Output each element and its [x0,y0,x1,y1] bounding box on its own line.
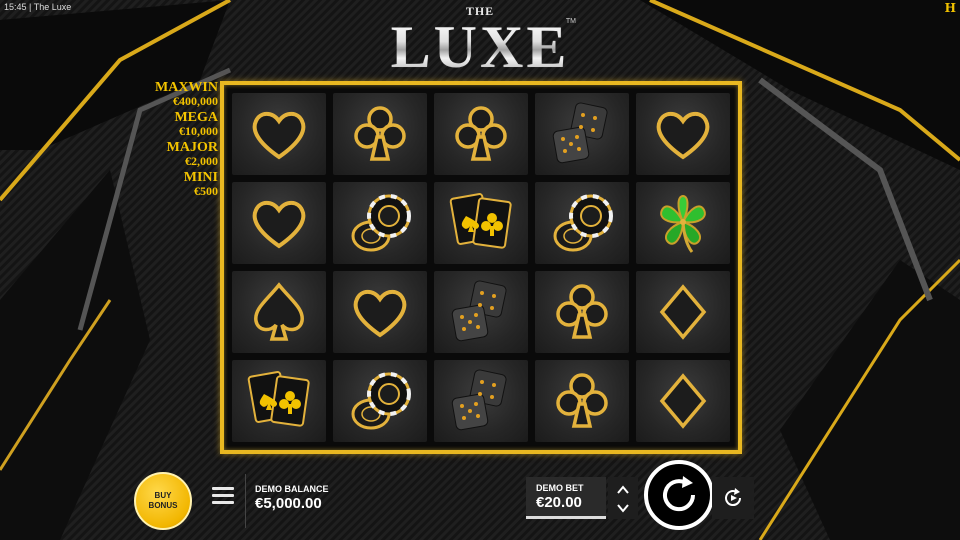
club-icon [455,106,507,161]
jackpot-mini: MINI €500 [150,170,218,198]
jackpot-name: MEGA [174,110,218,125]
bet-stepper [608,477,638,519]
jackpot-name: MINI [183,170,218,185]
bet-label: DEMO BET [536,483,584,493]
reel-cell [636,360,730,442]
jackpot-value: €500 [194,184,218,198]
reel-cell [434,271,528,353]
status-bar: 15:45 | The Luxe [4,2,72,12]
heart-icon [252,111,306,160]
reel-cell [535,182,629,264]
reel-cell [434,360,528,442]
jackpot-mega: MEGA €10,000 [150,110,218,138]
dice-icon [451,280,507,342]
buy-bonus-button[interactable]: BUY BONUS [134,472,192,530]
bet-display[interactable]: DEMO BET €20.00 [526,477,606,519]
reel-cell [232,93,326,175]
reel-cell [636,93,730,175]
reels-grid [232,93,730,442]
diamond-icon [659,284,707,340]
provider-logo: H [944,1,956,15]
spin-icon [663,476,696,512]
jackpot-maxwin: MAXWIN €400,000 [150,80,218,108]
bet-decrease-icon[interactable] [616,501,630,515]
reel-cell [535,360,629,442]
reel-cell [333,182,427,264]
reel-cell [636,182,730,264]
reel-cell [333,93,427,175]
reel-cell [636,271,730,353]
jackpot-name: MAXWIN [155,80,218,95]
bet-increase-icon[interactable] [616,483,630,497]
logo-tm: TM [565,18,576,25]
club-icon [354,106,406,161]
dice-icon [451,369,507,431]
logo-luxe: LUXE [380,17,580,77]
jackpot-major: MAJOR €2,000 [150,140,218,168]
reel-cell [434,182,528,264]
club-icon [556,284,608,339]
heart-icon [252,200,306,249]
game-logo: THE LUXE TM [380,4,580,86]
jackpot-value: €400,000 [173,94,218,108]
cards-icon [449,193,512,249]
reel-cell [535,271,629,353]
menu-icon[interactable] [212,487,234,505]
reel-cell [232,182,326,264]
balance-label: DEMO BALANCE [255,484,329,494]
autoplay-button[interactable] [712,477,754,519]
jackpot-list: MAXWIN €400,000 MEGA €10,000 MAJOR €2,00… [150,80,218,200]
heart-icon [353,289,407,338]
reel-cell [232,271,326,353]
club-icon [556,373,608,428]
bet-value: €20.00 [536,494,582,511]
diamond-icon [659,373,707,429]
jackpot-value: €10,000 [179,124,218,138]
chips-icon [351,194,411,252]
reel-cell [333,271,427,353]
reel-cell [333,360,427,442]
autoplay-icon [725,488,742,507]
buy-bonus-label: BUY BONUS [148,491,178,510]
jackpot-name: MAJOR [166,140,218,155]
jackpot-value: €2,000 [185,154,218,168]
reel-cell [232,360,326,442]
spin-button[interactable] [644,460,714,530]
clover-icon [660,194,706,253]
divider [245,474,246,528]
reel-cell [434,93,528,175]
spade-icon [254,282,304,341]
clock: 15:45 [4,2,27,12]
chips-icon [351,372,411,430]
reels-frame [220,81,742,454]
reel-cell [535,93,629,175]
game-title: The Luxe [33,2,72,12]
balance-value: €5,000.00 [255,495,322,512]
dice-icon [552,102,608,164]
heart-icon [656,111,710,160]
chips-icon [553,194,613,252]
cards-icon [247,371,310,427]
